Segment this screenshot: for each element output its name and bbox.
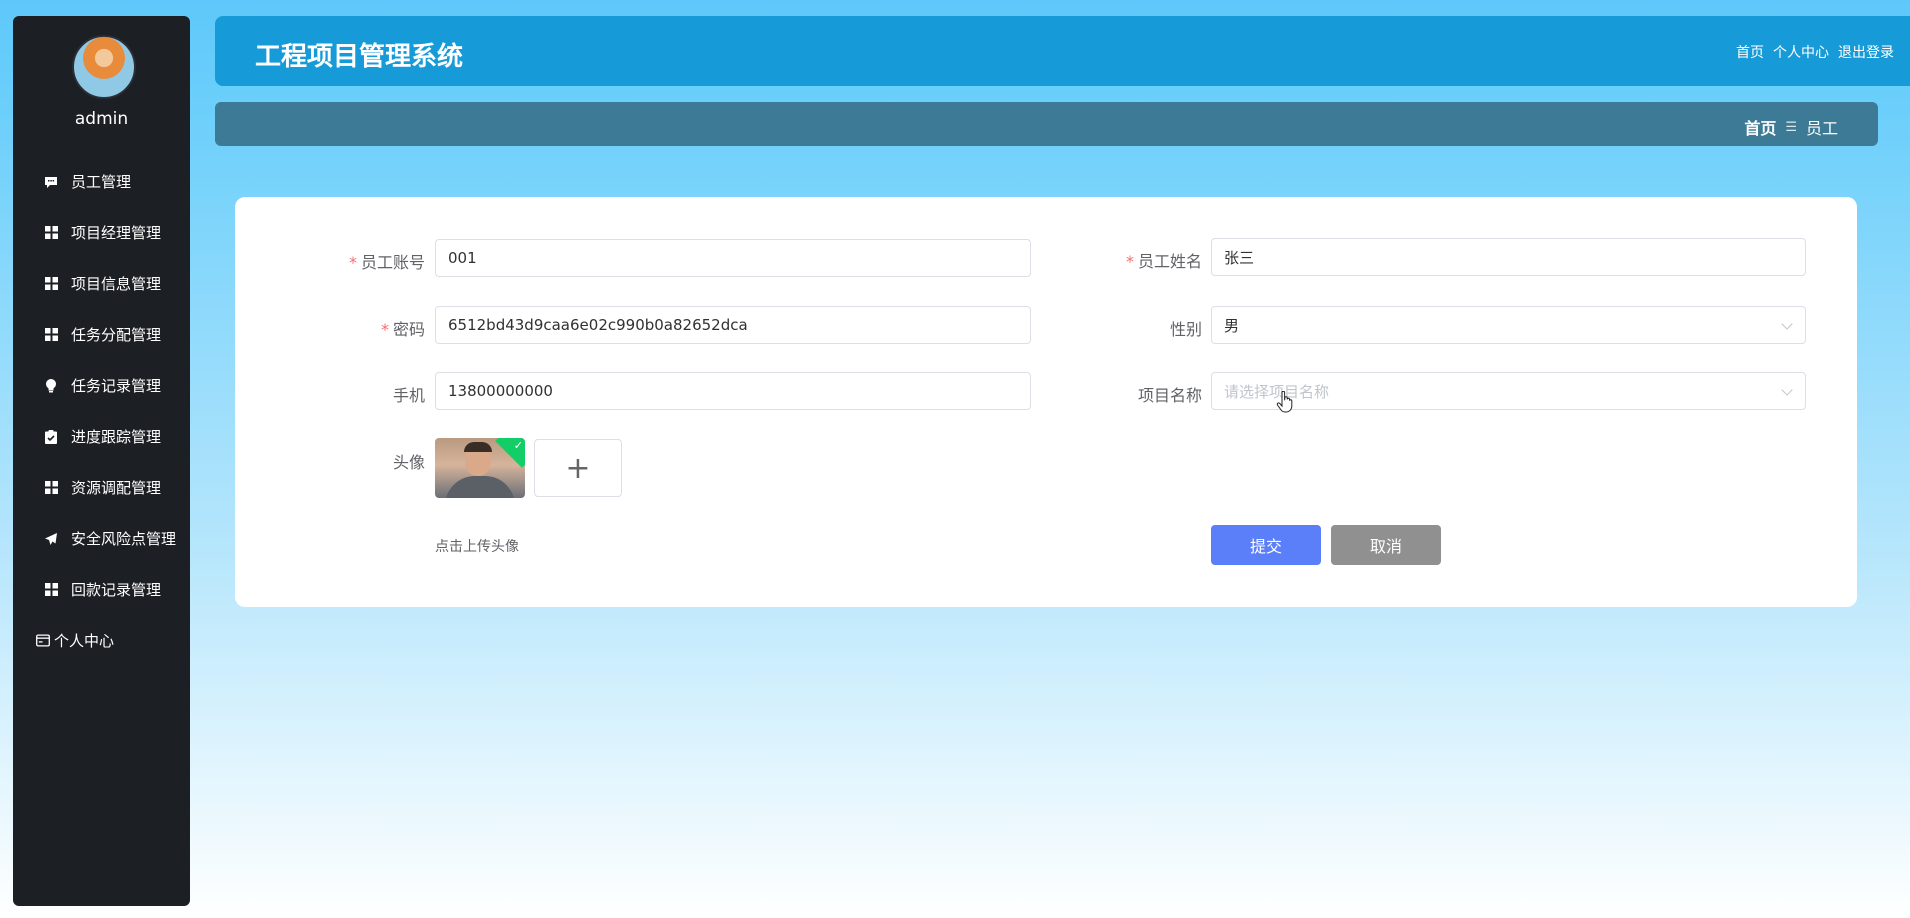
breadcrumb-home[interactable]: 首页 — [1744, 115, 1776, 139]
grid-icon — [44, 328, 58, 342]
sidebar-item-label: 回款记录管理 — [71, 581, 162, 599]
avatar-thumbnail[interactable]: ✓ — [435, 438, 525, 498]
phone-label: 手机 — [392, 386, 425, 405]
sidebar-item-project-info[interactable]: 项目信息管理 — [13, 258, 190, 309]
sidebar-menu: 员工管理 项目经理管理 项目信息管理 任务分配管理 任务记录管理 进度跟踪管理 … — [13, 156, 190, 666]
project-label: 项目名称 — [1137, 386, 1202, 405]
phone-field[interactable]: 13800000000 — [435, 372, 1031, 410]
password-label: * 密码 — [380, 320, 425, 339]
sidebar-item-project-manager[interactable]: 项目经理管理 — [13, 207, 190, 258]
sidebar-item-label: 安全风险点管理 — [71, 530, 177, 548]
sidebar-item-label: 个人中心 — [54, 632, 115, 650]
avatar[interactable] — [72, 35, 136, 99]
check-icon: ✓ — [513, 439, 523, 452]
window-icon — [36, 634, 50, 648]
hand-cursor-icon — [1276, 390, 1294, 418]
password-field[interactable]: 6512bd43d9caa6e02c990b0a82652dca — [435, 306, 1031, 344]
chevron-down-icon — [1781, 318, 1793, 330]
sidebar-item-task-assign[interactable]: 任务分配管理 — [13, 309, 190, 360]
sidebar-item-label: 进度跟踪管理 — [71, 428, 162, 446]
breadcrumb-bar: 首页 ☰ 员工 — [215, 102, 1878, 146]
grid-icon — [44, 226, 58, 240]
grid-icon — [44, 583, 58, 597]
name-label: * 员工姓名 — [1125, 252, 1202, 271]
sidebar-item-label: 任务记录管理 — [71, 377, 162, 395]
app-title: 工程项目管理系统 — [255, 42, 464, 72]
account-field[interactable]: 001 — [435, 239, 1031, 277]
sidebar-item-label: 任务分配管理 — [71, 326, 162, 344]
project-select[interactable]: 请选择项目名称 — [1211, 372, 1806, 410]
header-personal-link[interactable]: 个人中心 — [1773, 42, 1829, 62]
bulb-icon — [44, 378, 58, 393]
sidebar-item-label: 资源调配管理 — [71, 479, 162, 497]
sidebar-item-label: 项目信息管理 — [71, 275, 162, 293]
plus-icon: + — [565, 450, 591, 486]
upload-tip: 点击上传头像 — [435, 539, 519, 555]
header-logout-link[interactable]: 退出登录 — [1838, 42, 1894, 62]
sidebar-item-employee[interactable]: 员工管理 — [13, 156, 190, 207]
name-field[interactable]: 张三 — [1211, 238, 1806, 276]
cancel-button[interactable]: 取消 — [1331, 525, 1441, 565]
header-links: 首页 个人中心 退出登录 — [1736, 42, 1894, 62]
sidebar-item-task-record[interactable]: 任务记录管理 — [13, 360, 190, 411]
sidebar-item-progress[interactable]: 进度跟踪管理 — [13, 411, 190, 462]
grid-icon — [44, 481, 58, 495]
top-header: 工程项目管理系统 首页 个人中心 退出登录 — [215, 16, 1910, 86]
gender-select[interactable]: 男 — [1211, 306, 1806, 344]
clipboard-icon — [44, 429, 58, 444]
header-home-link[interactable]: 首页 — [1736, 42, 1764, 62]
sidebar-item-label: 员工管理 — [71, 173, 132, 191]
chat-icon — [44, 175, 58, 189]
username: admin — [74, 109, 129, 129]
sidebar: admin 员工管理 项目经理管理 项目信息管理 任务分配管理 任务记录管理 进… — [13, 16, 190, 906]
gender-label: 性别 — [1169, 320, 1202, 339]
sidebar-item-resource[interactable]: 资源调配管理 — [13, 462, 190, 513]
chevron-down-icon — [1781, 384, 1793, 396]
account-label: * 员工账号 — [348, 253, 425, 272]
avatar-upload-button[interactable]: + — [534, 439, 622, 497]
sidebar-item-safety-risk[interactable]: 安全风险点管理 — [13, 513, 190, 564]
grid-icon — [44, 277, 58, 291]
sidebar-item-label: 项目经理管理 — [71, 224, 162, 242]
sidebar-item-personal-center[interactable]: 个人中心 — [13, 615, 190, 666]
breadcrumb: 首页 ☰ 员工 — [1744, 115, 1838, 139]
send-icon — [44, 532, 58, 546]
sidebar-item-payment[interactable]: 回款记录管理 — [13, 564, 190, 615]
gender-value: 男 — [1224, 316, 1240, 335]
avatar-label: 头像 — [392, 453, 425, 472]
breadcrumb-separator-icon: ☰ — [1785, 119, 1797, 135]
submit-button[interactable]: 提交 — [1211, 525, 1321, 565]
breadcrumb-current: 员工 — [1805, 119, 1838, 138]
